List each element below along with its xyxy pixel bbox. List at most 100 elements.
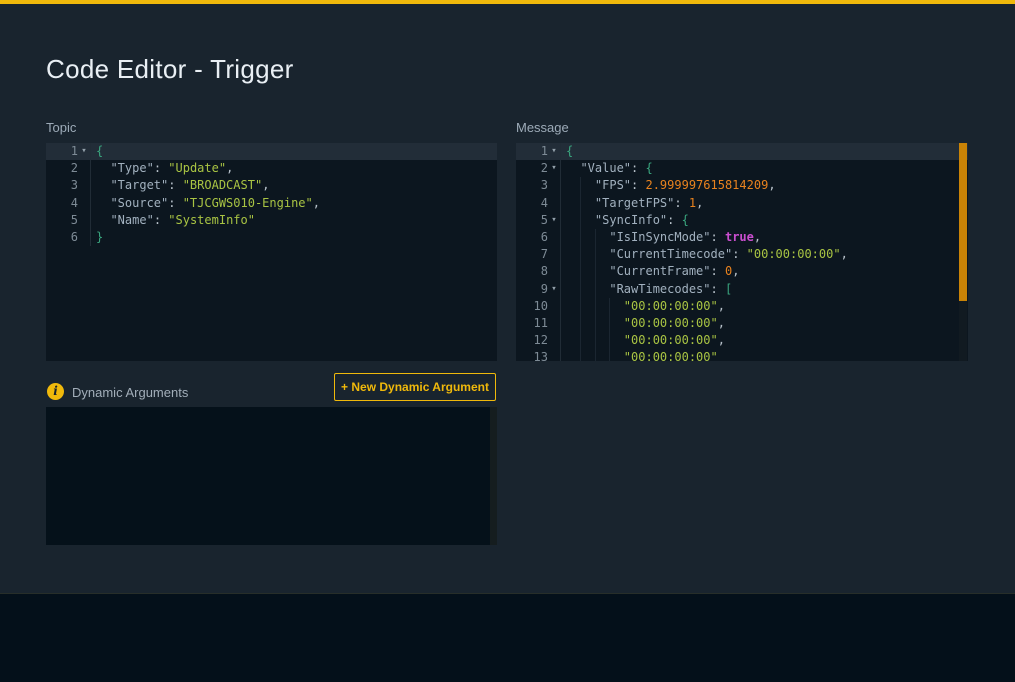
token-pun: , <box>313 196 320 210</box>
line-number: 5 <box>516 212 548 229</box>
token-pun: : <box>168 196 182 210</box>
code-line-1[interactable]: 1▾{ <box>46 143 497 160</box>
token-ws <box>566 247 609 261</box>
code-content[interactable]: "FPS": 2.999997615814209, <box>561 177 968 194</box>
gutter[interactable]: 13 <box>516 349 561 361</box>
gutter[interactable]: 5▾ <box>516 212 561 229</box>
code-line-2[interactable]: 2 "Type": "Update", <box>46 160 497 177</box>
code-line-4[interactable]: 4 "TargetFPS": 1, <box>516 195 968 212</box>
fold-arrow-icon[interactable]: ▾ <box>548 160 560 177</box>
code-line-5[interactable]: 5 "Name": "SystemInfo" <box>46 212 497 229</box>
code-line-3[interactable]: 3 "Target": "BROADCAST", <box>46 177 497 194</box>
code-content[interactable]: "RawTimecodes": [ <box>561 281 968 298</box>
gutter[interactable]: 2 <box>46 160 91 177</box>
gutter[interactable]: 7 <box>516 246 561 263</box>
token-key: "IsInSyncMode" <box>609 230 710 244</box>
gutter[interactable]: 5 <box>46 212 91 229</box>
code-line-7[interactable]: 7 "CurrentTimecode": "00:00:00:00", <box>516 246 968 263</box>
code-line-9[interactable]: 9▾ "RawTimecodes": [ <box>516 281 968 298</box>
token-ws <box>96 213 110 227</box>
gutter[interactable]: 4 <box>46 195 91 212</box>
gutter[interactable]: 6 <box>516 229 561 246</box>
gutter[interactable]: 4 <box>516 195 561 212</box>
fold-spacer <box>548 229 560 246</box>
code-content[interactable]: "Source": "TJCGWS010-Engine", <box>91 195 497 212</box>
code-content[interactable]: "00:00:00:00", <box>561 298 968 315</box>
code-content[interactable]: "Value": { <box>561 160 968 177</box>
token-pun: : <box>168 178 182 192</box>
gutter[interactable]: 9▾ <box>516 281 561 298</box>
line-number: 3 <box>516 177 548 194</box>
code-line-8[interactable]: 8 "CurrentFrame": 0, <box>516 263 968 280</box>
gutter[interactable]: 2▾ <box>516 160 561 177</box>
code-content[interactable]: } <box>91 229 497 246</box>
token-pun: , <box>754 230 761 244</box>
code-content[interactable]: "Target": "BROADCAST", <box>91 177 497 194</box>
line-number: 9 <box>516 281 548 298</box>
gutter[interactable]: 1▾ <box>516 143 561 160</box>
code-line-6[interactable]: 6 "IsInSyncMode": true, <box>516 229 968 246</box>
message-code-editor[interactable]: 1▾{2▾ "Value": {3 "FPS": 2.9999976158142… <box>516 143 968 361</box>
fold-spacer <box>78 229 90 246</box>
code-content[interactable]: { <box>91 143 497 160</box>
code-content[interactable]: "CurrentTimecode": "00:00:00:00", <box>561 246 968 263</box>
topic-code-editor[interactable]: 1▾{2 "Type": "Update",3 "Target": "BROAD… <box>46 143 497 361</box>
code-content[interactable]: "Type": "Update", <box>91 160 497 177</box>
indent-guide <box>580 349 581 361</box>
gutter[interactable]: 12 <box>516 332 561 349</box>
fold-arrow-icon[interactable]: ▾ <box>548 281 560 298</box>
code-content[interactable]: "00:00:00:00", <box>561 315 968 332</box>
token-pun: , <box>226 161 233 175</box>
fold-spacer <box>78 177 90 194</box>
indent-guide <box>595 281 596 298</box>
message-scrollbar-track[interactable] <box>959 301 967 361</box>
indent-guide <box>595 229 596 246</box>
code-line-5[interactable]: 5▾ "SyncInfo": { <box>516 212 968 229</box>
token-pun: : <box>732 247 746 261</box>
gutter[interactable]: 10 <box>516 298 561 315</box>
gutter[interactable]: 1▾ <box>46 143 91 160</box>
dynamic-arguments-panel <box>46 407 497 545</box>
code-content[interactable]: "CurrentFrame": 0, <box>561 263 968 280</box>
code-line-13[interactable]: 13 "00:00:00:00" <box>516 349 968 361</box>
indent-guide <box>580 263 581 280</box>
code-content[interactable]: "00:00:00:00", <box>561 332 968 349</box>
code-line-2[interactable]: 2▾ "Value": { <box>516 160 968 177</box>
token-num: 1 <box>689 196 696 210</box>
code-content[interactable]: "TargetFPS": 1, <box>561 195 968 212</box>
indent-guide <box>595 298 596 315</box>
indent-guide <box>580 281 581 298</box>
code-content[interactable]: "SyncInfo": { <box>561 212 968 229</box>
token-pun: , <box>732 264 739 278</box>
new-dynamic-argument-button[interactable]: + New Dynamic Argument <box>334 373 496 401</box>
gutter[interactable]: 3 <box>516 177 561 194</box>
gutter[interactable]: 11 <box>516 315 561 332</box>
token-pun: : <box>667 213 681 227</box>
code-line-1[interactable]: 1▾{ <box>516 143 968 160</box>
fold-arrow-icon[interactable]: ▾ <box>78 143 90 160</box>
gutter[interactable]: 6 <box>46 229 91 246</box>
token-pun: , <box>718 299 725 313</box>
message-scrollbar-thumb[interactable] <box>959 143 967 301</box>
code-line-10[interactable]: 10 "00:00:00:00", <box>516 298 968 315</box>
dynamic-arguments-scrollbar[interactable] <box>490 407 497 545</box>
fold-arrow-icon[interactable]: ▾ <box>548 212 560 229</box>
line-number: 6 <box>516 229 548 246</box>
code-line-11[interactable]: 11 "00:00:00:00", <box>516 315 968 332</box>
code-line-12[interactable]: 12 "00:00:00:00", <box>516 332 968 349</box>
code-line-6[interactable]: 6} <box>46 229 497 246</box>
code-line-4[interactable]: 4 "Source": "TJCGWS010-Engine", <box>46 195 497 212</box>
indent-guide <box>580 332 581 349</box>
indent-guide <box>580 195 581 212</box>
gutter[interactable]: 3 <box>46 177 91 194</box>
code-content[interactable]: "00:00:00:00" <box>561 349 968 361</box>
code-content[interactable]: "Name": "SystemInfo" <box>91 212 497 229</box>
gutter[interactable]: 8 <box>516 263 561 280</box>
token-br: } <box>96 230 103 244</box>
code-content[interactable]: "IsInSyncMode": true, <box>561 229 968 246</box>
token-pun: : <box>631 178 645 192</box>
token-pun: : <box>154 161 168 175</box>
code-content[interactable]: { <box>561 143 968 160</box>
code-line-3[interactable]: 3 "FPS": 2.999997615814209, <box>516 177 968 194</box>
fold-arrow-icon[interactable]: ▾ <box>548 143 560 160</box>
